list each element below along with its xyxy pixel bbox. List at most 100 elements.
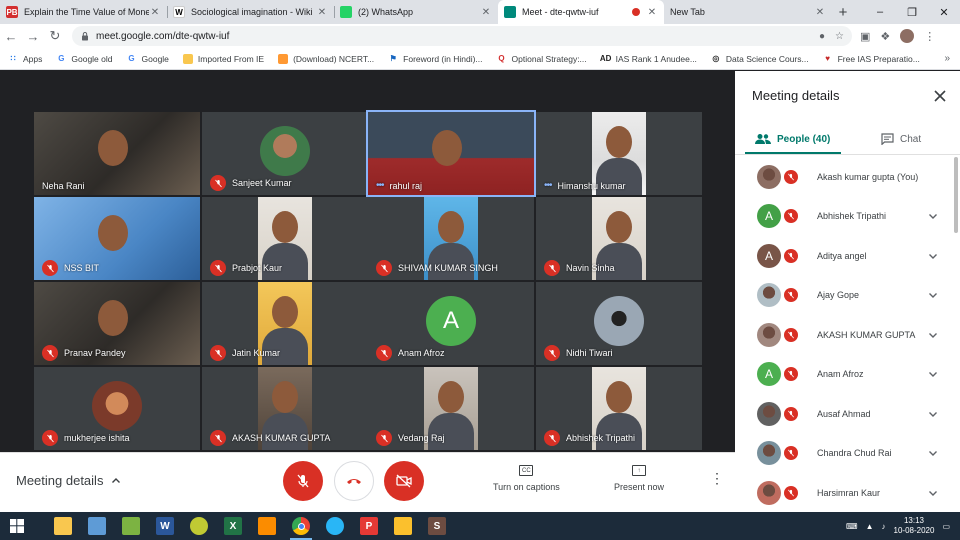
more-options-icon[interactable]: ⋮	[710, 471, 724, 485]
bookmark-star-icon[interactable]: ☆	[835, 31, 844, 42]
browser-tab[interactable]: (2) WhatsApp ✕	[334, 0, 498, 24]
taskbar-app[interactable]: X	[216, 512, 250, 540]
notification-icon[interactable]: ▭	[942, 522, 950, 531]
profile-avatar[interactable]	[900, 29, 915, 43]
participant-name: Aditya angel	[817, 250, 867, 261]
chevron-down-icon[interactable]	[928, 488, 938, 498]
bookmark-item[interactable]: Q Optional Strategy:...	[497, 54, 586, 64]
tab-people[interactable]: People (40)	[755, 128, 830, 150]
bookmark-item[interactable]: AD IAS Rank 1 Anudee...	[600, 54, 697, 64]
participant-video-tile[interactable]: NSS BIT	[34, 197, 200, 280]
participant-video-tile[interactable]: Nidhi Tiwari	[536, 282, 702, 365]
participant-row[interactable]: Ausaf Ahmad	[735, 394, 960, 434]
puzzle-icon[interactable]: ❖	[880, 30, 890, 43]
bookmark-item[interactable]: ◎ Data Science Cours...	[711, 54, 808, 64]
keyboard-icon[interactable]: ⌨	[846, 522, 858, 531]
bookmark-item[interactable]: ∷ Apps	[8, 54, 42, 64]
participant-video-tile[interactable]: SHIVAM KUMAR SINGH	[368, 197, 534, 280]
bookmarks-overflow-icon[interactable]: »	[944, 53, 950, 64]
bookmark-item[interactable]: Imported From IE	[182, 53, 264, 64]
close-icon[interactable]	[933, 89, 947, 103]
taskbar-app[interactable]	[386, 512, 420, 540]
extension-icon[interactable]: ▣	[860, 30, 870, 43]
chevron-down-icon[interactable]	[928, 448, 938, 458]
tab-chat[interactable]: Chat	[881, 128, 921, 150]
taskbar-app[interactable]: P	[352, 512, 386, 540]
present-now-button[interactable]: ↑ Present now	[614, 465, 664, 492]
tab-close-icon[interactable]: ✕	[814, 7, 826, 18]
participant-video-tile[interactable]: mukherjee ishita	[34, 367, 200, 450]
participant-row[interactable]: Akash kumar gupta (You)	[735, 157, 960, 197]
bookmark-item[interactable]: G Google	[127, 54, 169, 64]
participant-video-tile[interactable]: Neha Rani	[34, 112, 200, 195]
bookmark-item[interactable]: ⚑ Foreword (in Hindi)...	[388, 54, 483, 64]
participant-video-tile[interactable]: Navin Sinha	[536, 197, 702, 280]
back-icon[interactable]: ←	[0, 29, 22, 44]
participant-video-tile[interactable]: Vedang Raj	[368, 367, 534, 450]
chevron-down-icon[interactable]	[928, 211, 938, 221]
bookmark-label: Apps	[23, 53, 43, 64]
participant-video-tile[interactable]: Jatin Kumar	[202, 282, 368, 365]
new-tab-button[interactable]: +	[832, 0, 854, 24]
speaking-indicator-icon: •••	[544, 180, 552, 191]
tab-close-icon[interactable]: ✕	[480, 7, 492, 18]
camera-off-button[interactable]	[384, 461, 424, 501]
volume-icon[interactable]: ♪	[882, 522, 886, 531]
participant-row[interactable]: A Abhishek Tripathi	[735, 197, 960, 237]
participant-row[interactable]: Ajay Gope	[735, 276, 960, 316]
taskbar-app[interactable]	[182, 512, 216, 540]
chevron-down-icon[interactable]	[928, 251, 938, 261]
taskbar-app[interactable]	[114, 512, 148, 540]
camera-icon[interactable]: ●	[819, 31, 825, 42]
taskbar-app[interactable]	[318, 512, 352, 540]
chevron-down-icon[interactable]	[928, 290, 938, 300]
minimize-icon[interactable]: –	[864, 0, 896, 24]
reload-icon[interactable]: ↻	[44, 28, 66, 44]
browser-tab[interactable]: W Sociological imagination - Wiki ✕	[167, 0, 334, 24]
start-button[interactable]	[0, 512, 34, 540]
window-close-icon[interactable]: ✕	[928, 0, 960, 24]
bookmark-item[interactable]: G Google old	[56, 54, 112, 64]
participant-video-tile[interactable]: Pranav Pandey	[34, 282, 200, 365]
participant-video-tile[interactable]: ••• rahul raj	[366, 110, 536, 197]
participant-list-scrollbar[interactable]	[954, 157, 958, 233]
taskbar-app[interactable]	[250, 512, 284, 540]
microphone-off-button[interactable]	[283, 461, 323, 501]
menu-kebab-icon[interactable]: ⋮	[924, 30, 935, 43]
clock[interactable]: 13:13 10-08-2020	[894, 516, 935, 536]
bookmark-item[interactable]: (Download) NCERT...	[278, 53, 374, 64]
taskbar-app[interactable]	[80, 512, 114, 540]
captions-button[interactable]: CC Turn on captions	[493, 465, 560, 492]
participant-row[interactable]: Harsimran Kaur	[735, 473, 960, 513]
wifi-icon[interactable]: ▲	[866, 522, 874, 531]
taskbar-app[interactable]	[284, 512, 318, 540]
chevron-down-icon[interactable]	[928, 330, 938, 340]
participant-row[interactable]: A Anam Afroz	[735, 355, 960, 395]
restore-icon[interactable]: ❐	[896, 0, 928, 24]
tab-close-icon[interactable]: ✕	[149, 7, 161, 18]
leave-call-button[interactable]	[334, 461, 374, 501]
participant-video-tile[interactable]: Abhishek Tripathi	[536, 367, 702, 450]
participant-video-tile[interactable]: Prabjot Kaur	[202, 197, 368, 280]
participant-row[interactable]: A Aditya angel	[735, 236, 960, 276]
address-bar[interactable]: meet.google.com/dte-qwtw-iuf ● ☆	[72, 26, 852, 46]
participant-video-tile[interactable]: AKASH KUMAR GUPTA	[202, 367, 368, 450]
participant-row[interactable]: Chandra Chud Rai	[735, 434, 960, 474]
chevron-down-icon[interactable]	[928, 369, 938, 379]
browser-tab[interactable]: Meet - dte-qwtw-iuf ✕	[498, 0, 664, 24]
participant-video-tile[interactable]: ••• Himanshu kumar	[536, 112, 702, 195]
browser-tab[interactable]: PB Explain the Time Value of Mone ✕	[0, 0, 167, 24]
participant-row[interactable]: AKASH KUMAR GUPTA	[735, 315, 960, 355]
tab-close-icon[interactable]: ✕	[646, 7, 658, 18]
participant-video-tile[interactable]: A Anam Afroz	[368, 282, 534, 365]
taskbar-app[interactable]: S	[420, 512, 454, 540]
participant-video-tile[interactable]: Sanjeet Kumar	[202, 112, 368, 195]
chevron-down-icon[interactable]	[928, 409, 938, 419]
taskbar-app[interactable]: W	[148, 512, 182, 540]
browser-tab[interactable]: New Tab ✕	[664, 0, 832, 24]
forward-icon[interactable]: →	[22, 29, 44, 44]
taskbar-app[interactable]	[46, 512, 80, 540]
tab-close-icon[interactable]: ✕	[316, 7, 328, 18]
bookmark-item[interactable]: ♥ Free IAS Preparatio...	[823, 54, 920, 64]
meeting-details-button[interactable]: Meeting details	[16, 473, 121, 488]
